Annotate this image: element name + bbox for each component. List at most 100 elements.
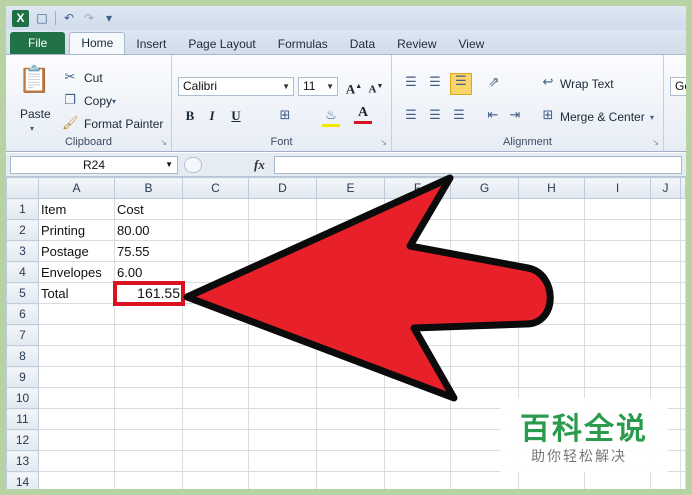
column-header-g[interactable]: G (450, 177, 519, 199)
cell[interactable] (518, 324, 585, 346)
cell[interactable] (316, 240, 385, 262)
cell[interactable] (248, 303, 317, 325)
tab-formulas[interactable]: Formulas (267, 34, 339, 54)
copy-icon[interactable]: ❐ (62, 93, 78, 109)
cell[interactable] (384, 303, 451, 325)
align-right-icon[interactable]: ☰ (450, 108, 468, 124)
cell[interactable] (384, 345, 451, 367)
align-left-icon[interactable]: ☰ (402, 108, 420, 124)
cell[interactable] (316, 429, 385, 451)
cell-b[interactable] (114, 450, 183, 472)
cell-b[interactable] (114, 429, 183, 451)
row-header[interactable]: 12 (6, 429, 39, 451)
cell[interactable] (680, 450, 686, 472)
font-launcher-icon[interactable]: ↘ (380, 138, 387, 147)
format-painter-button[interactable]: Format Painter (84, 117, 163, 131)
cell-a[interactable]: Item (38, 198, 115, 220)
cell[interactable] (584, 240, 651, 262)
cell[interactable] (650, 240, 681, 262)
cell[interactable] (182, 366, 249, 388)
cell-b[interactable] (114, 387, 183, 409)
cell[interactable] (518, 198, 585, 220)
column-header-extra[interactable] (680, 177, 686, 199)
cell[interactable] (680, 261, 686, 283)
cell[interactable] (680, 471, 686, 489)
borders-icon[interactable]: ⊞ (276, 108, 294, 124)
cell[interactable] (584, 198, 651, 220)
cell[interactable] (316, 324, 385, 346)
cell[interactable] (518, 471, 585, 489)
cell[interactable] (182, 240, 249, 262)
column-header-d[interactable]: D (248, 177, 317, 199)
merge-center-button[interactable]: Merge & Center (560, 110, 645, 124)
cell[interactable] (182, 345, 249, 367)
undo-icon[interactable]: ↶ (62, 11, 76, 25)
cell[interactable] (584, 345, 651, 367)
font-size-select[interactable]: 11 ▼ (298, 77, 338, 96)
row-header[interactable]: 13 (6, 450, 39, 472)
number-format-select[interactable]: Ge (670, 77, 686, 96)
cell[interactable] (680, 282, 686, 304)
column-header-j[interactable]: J (650, 177, 681, 199)
cell-b[interactable]: Cost (114, 198, 183, 220)
cell[interactable] (518, 240, 585, 262)
cell[interactable] (384, 471, 451, 489)
save-icon[interactable]: □ (35, 11, 49, 25)
cell[interactable] (182, 408, 249, 430)
tab-page-layout[interactable]: Page Layout (177, 34, 266, 54)
cell-a[interactable]: Total (38, 282, 115, 304)
cell-b[interactable]: 75.55 (114, 240, 183, 262)
tab-review[interactable]: Review (386, 34, 447, 54)
customize-icon[interactable]: ▾ (102, 11, 116, 25)
cell[interactable] (518, 219, 585, 241)
formula-input[interactable] (274, 156, 682, 174)
cell[interactable] (680, 324, 686, 346)
cell[interactable] (650, 282, 681, 304)
cell[interactable] (584, 261, 651, 283)
cell[interactable] (384, 324, 451, 346)
cell[interactable] (650, 471, 681, 489)
cell[interactable] (384, 387, 451, 409)
select-all-corner[interactable] (6, 177, 39, 199)
cell[interactable] (680, 219, 686, 241)
cell[interactable] (248, 408, 317, 430)
cell[interactable] (316, 282, 385, 304)
cell[interactable] (316, 366, 385, 388)
cell[interactable] (248, 219, 317, 241)
wrap-text-icon[interactable]: ↩ (540, 75, 556, 91)
row-header[interactable]: 14 (6, 471, 39, 489)
cell-a[interactable]: Postage (38, 240, 115, 262)
row-header[interactable]: 5 (6, 282, 39, 304)
cell[interactable] (182, 429, 249, 451)
cell[interactable] (518, 366, 585, 388)
cell[interactable] (182, 303, 249, 325)
cell-b[interactable] (114, 303, 183, 325)
cell[interactable] (584, 303, 651, 325)
cell-a[interactable] (38, 366, 115, 388)
cell[interactable] (680, 345, 686, 367)
cell-a[interactable] (38, 324, 115, 346)
cell[interactable] (384, 450, 451, 472)
cell[interactable] (316, 219, 385, 241)
cell-a[interactable] (38, 429, 115, 451)
column-header-h[interactable]: H (518, 177, 585, 199)
cell[interactable] (248, 324, 317, 346)
copy-button[interactable]: Copy (84, 94, 112, 108)
cell[interactable] (680, 387, 686, 409)
paste-button[interactable]: Paste (20, 107, 51, 121)
cell[interactable] (248, 387, 317, 409)
font-name-select[interactable]: Calibri ▼ (178, 77, 294, 96)
cell[interactable] (450, 303, 519, 325)
cell[interactable] (316, 303, 385, 325)
cell-a[interactable] (38, 450, 115, 472)
cell[interactable] (384, 240, 451, 262)
cell-a[interactable]: Printing (38, 219, 115, 241)
cell[interactable] (182, 471, 249, 489)
cell[interactable] (450, 345, 519, 367)
cell[interactable] (384, 429, 451, 451)
cell-b[interactable] (114, 324, 183, 346)
underline-icon[interactable]: U (226, 107, 246, 125)
cell[interactable] (650, 261, 681, 283)
copy-dropdown-icon[interactable]: ▾ (112, 94, 116, 110)
cell[interactable] (518, 261, 585, 283)
